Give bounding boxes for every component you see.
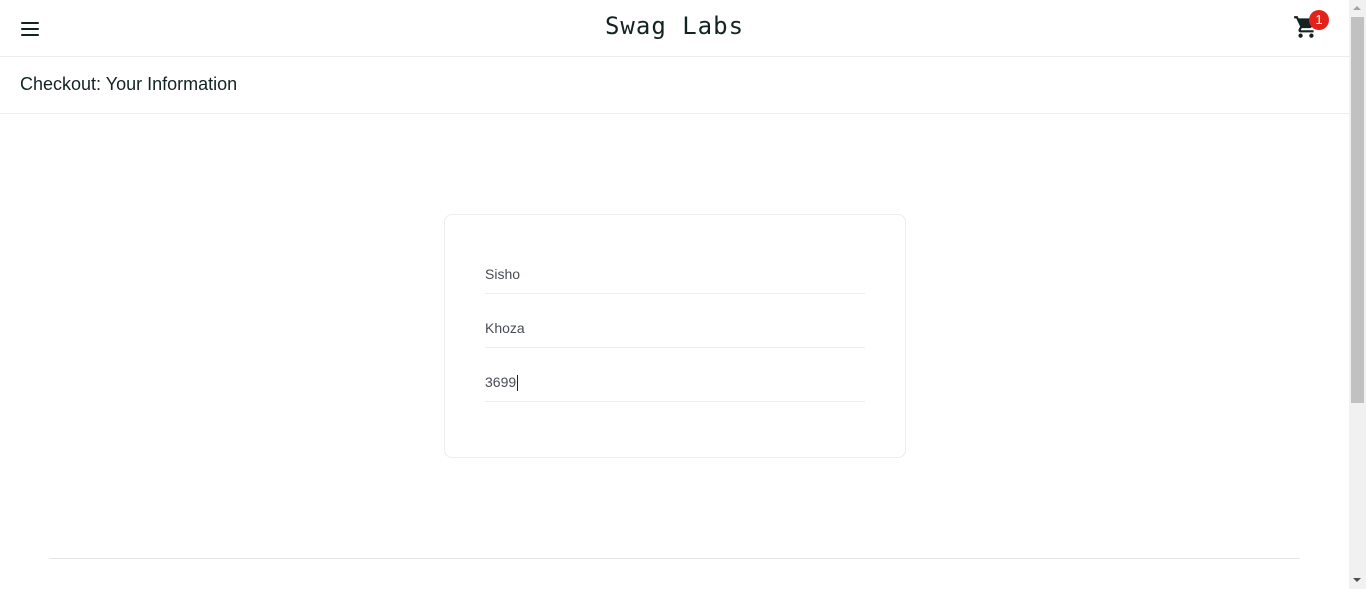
scroll-up-arrow-icon[interactable] <box>1353 6 1361 10</box>
checkout-info-form: 3699 <box>444 214 906 458</box>
first-name-input[interactable] <box>485 254 865 294</box>
app-logo: Swag Labs <box>604 12 745 40</box>
text-caret <box>517 375 519 392</box>
last-name-input[interactable] <box>485 308 865 348</box>
postal-code-value: 3699 <box>485 374 517 390</box>
primary-header: Swag Labs 1 <box>0 0 1349 57</box>
cart-badge: 1 <box>1309 10 1329 30</box>
footer-divider <box>49 558 1300 559</box>
page: Swag Labs 1 Checkout: Your Information 3… <box>0 0 1349 589</box>
scroll-down-arrow-icon[interactable] <box>1353 578 1361 582</box>
secondary-header: Checkout: Your Information <box>0 57 1349 114</box>
vertical-scrollbar[interactable] <box>1349 0 1366 589</box>
postal-code-input[interactable]: 3699 <box>485 362 865 402</box>
scroll-thumb[interactable] <box>1351 17 1364 403</box>
page-title: Checkout: Your Information <box>20 74 238 94</box>
